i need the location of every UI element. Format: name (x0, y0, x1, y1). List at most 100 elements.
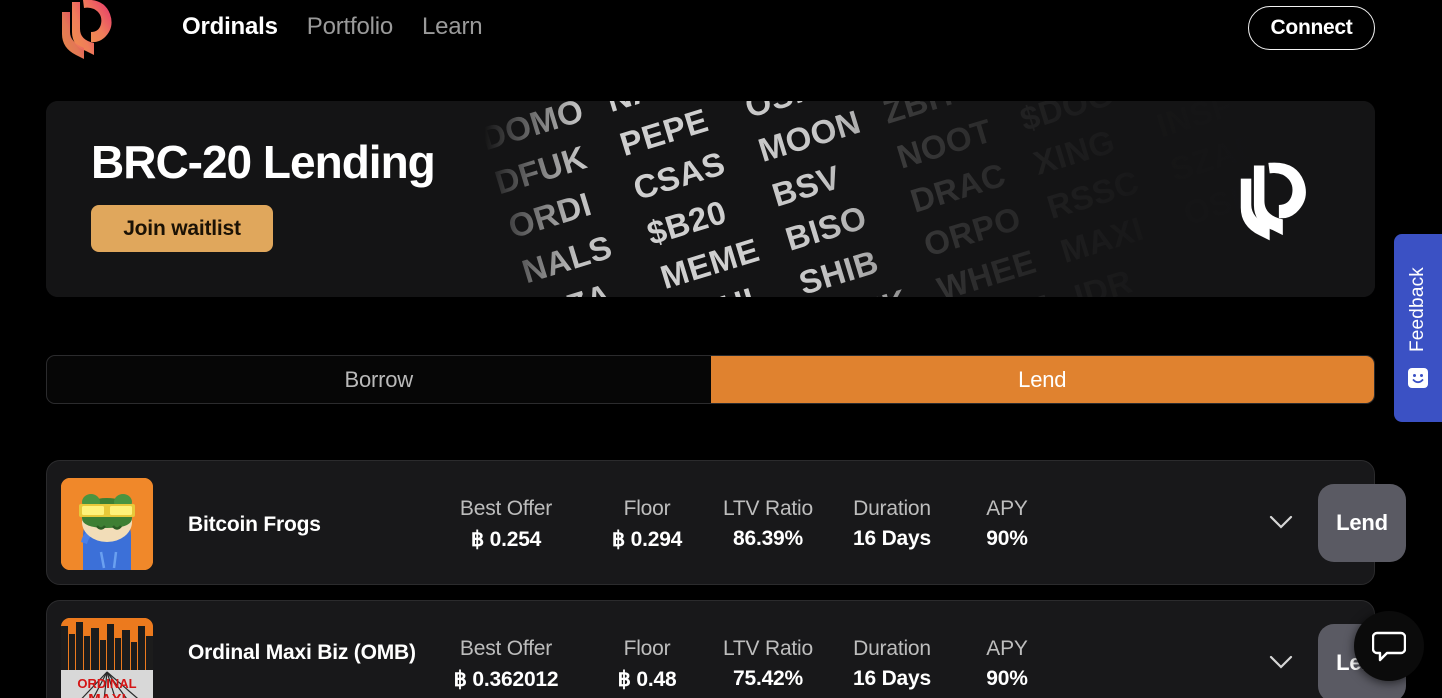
ticker-word: PIZA (531, 266, 643, 297)
row-lend-button[interactable]: Lend (1318, 484, 1406, 562)
stat-value: ฿ 0.294 (611, 528, 683, 551)
nav-link-portfolio[interactable]: Portfolio (307, 13, 393, 41)
ticker-word: BISO (781, 198, 871, 258)
borrow-lend-tab-bar: Borrow Lend (46, 355, 1375, 404)
ticker-column: ORPOWHEEGRUM$DOGXINGRSSCMAXIIDR (975, 101, 1211, 297)
ticker-word: ORDI (504, 185, 596, 246)
ticker-word: ORPO (919, 199, 1026, 264)
chevron-down-icon[interactable] (1265, 511, 1297, 533)
ticker-word: NALS (517, 227, 617, 290)
collection-name: Ordinal Maxi Biz (OMB) (188, 641, 416, 664)
liquidium-logo-icon (62, 0, 112, 59)
svg-text:MAXI: MAXI (88, 691, 126, 698)
stat-label: Floor (623, 637, 671, 660)
ticker-word: BANK (808, 278, 920, 297)
ticker-word: DRAC (906, 155, 1010, 220)
chat-support-button[interactable] (1354, 611, 1424, 681)
ticker-word: XING (1029, 122, 1120, 182)
ticker-word: PEPE (615, 101, 713, 164)
stat-floor: Floor ฿ 0.48 (587, 637, 707, 692)
banner-content: BRC-20 Lending Join waitlist (91, 136, 436, 252)
ticker-word: RSS (1271, 101, 1350, 111)
stat-floor: Floor ฿ 0.294 (587, 497, 707, 552)
tab-borrow[interactable]: Borrow (47, 356, 711, 403)
ticker-word: RSSC (1042, 163, 1144, 226)
ticker-column: NSCCHIZBITNOOTDRACORPOWHEEGRUM (851, 101, 1087, 297)
stat-duration: Duration 16 Days (829, 637, 955, 691)
stat-ltv-ratio: LTV Ratio 75.42% (707, 637, 829, 691)
ticker-word: $B20 (642, 192, 731, 252)
feedback-tab[interactable]: Feedback (1394, 234, 1442, 422)
ticker-word: OSHI (669, 272, 781, 297)
stat-value: 90% (986, 527, 1028, 550)
ticker-column: NACPEPECSAS$B20MEMEOSHIMOONBSV (601, 101, 839, 297)
stat-ltv-ratio: LTV Ratio 86.39% (707, 497, 829, 551)
ticker-word: INSF (1152, 101, 1238, 145)
nav-link-ordinals[interactable]: Ordinals (182, 13, 278, 41)
connect-wallet-button[interactable]: Connect (1248, 6, 1375, 50)
ticker-word: NAC (601, 101, 713, 122)
feedback-label: Feedback (1407, 267, 1428, 353)
chevron-down-glyph (1269, 515, 1293, 529)
stat-value: 16 Days (853, 667, 931, 690)
ticker-word: OSHI (740, 101, 852, 128)
ticker-word: MAXI (1056, 210, 1148, 271)
nav-links: Ordinals Portfolio Learn (182, 13, 483, 41)
ticker-word: $DOG (1015, 101, 1118, 138)
ordinal-maxi-biz-avatar: ORDINAL MAXI (61, 618, 153, 698)
ticker-word: IDR (1069, 261, 1137, 297)
chevron-down-icon[interactable] (1265, 651, 1297, 673)
chat-bubble-icon (1372, 631, 1406, 662)
ticker-column: DOMODFUKORDINALSPIZAPEPECSAS (477, 101, 715, 297)
stat-label: Best Offer (459, 637, 553, 660)
ticker-word: ZBIT (879, 101, 962, 132)
nav-link-learn[interactable]: Learn (422, 13, 483, 41)
ticker-word: DOMO (477, 101, 589, 158)
ticker-word: NOOT (892, 111, 997, 176)
stat-value: 90% (986, 667, 1028, 690)
omb-avatar-icon: ORDINAL MAXI (61, 618, 153, 698)
stat-label: APY (986, 497, 1028, 520)
svg-text:ORDINAL: ORDINAL (77, 676, 136, 691)
ticker-word: MEME (656, 230, 764, 296)
bitcoin-frogs-avatar (61, 478, 153, 570)
stat-value: ฿ 0.48 (617, 668, 677, 691)
ticker-word: DFUK (490, 138, 592, 202)
chevron-down-glyph (1269, 655, 1293, 669)
stat-label: LTV Ratio (722, 497, 813, 520)
stat-label: Duration (853, 497, 931, 520)
stat-label: Floor (623, 497, 671, 520)
stat-best-offer: Best Offer ฿ 0.362012 (425, 637, 587, 692)
ticker-word: WOLV (1138, 101, 1245, 103)
stat-label: LTV Ratio (722, 637, 813, 660)
smiley-feedback-icon (1408, 367, 1428, 388)
top-navigation-bar: Ordinals Portfolio Learn Connect (0, 0, 1442, 59)
stat-value: 75.42% (732, 667, 804, 690)
app-root: Ordinals Portfolio Learn Connect DOMO DFU… (0, 0, 1442, 698)
tab-lend[interactable]: Lend (710, 356, 1374, 403)
ticker-column: MEMEOSHIMOONBSVBISOSHIBBANKMAX (726, 101, 964, 297)
collection-name: Bitcoin Frogs (188, 513, 321, 536)
banner-logo-watermark (1225, 153, 1317, 249)
stat-label: APY (986, 637, 1028, 660)
stat-label: Duration (853, 637, 931, 660)
ticker-word: MA (1285, 101, 1346, 152)
stat-duration: Duration 16 Days (829, 497, 955, 551)
ticker-word: BSV (767, 157, 845, 214)
ticker-word: SHIB (794, 242, 883, 297)
table-row[interactable]: Bitcoin Frogs Best Offer ฿ 0.254 Floor ฿… (46, 460, 1406, 585)
table-row[interactable]: ORDINAL MAXI Ordinal Maxi Biz (OMB) Best… (46, 600, 1406, 698)
stat-apy: APY 90% (955, 637, 1059, 691)
stat-apy: APY 90% (955, 497, 1059, 551)
join-waitlist-button[interactable]: Join waitlist (91, 205, 273, 252)
banner-title: BRC-20 Lending (91, 136, 436, 188)
stat-label: Best Offer (459, 497, 553, 520)
brc20-lending-banner: DOMODFUKORDINALSPIZA PEPECSAS NACPEPECSAS… (46, 101, 1375, 297)
liquidium-logo[interactable] (50, 0, 120, 62)
ticker-word: WHEE (933, 242, 1041, 297)
ticker-word: GRUM (946, 285, 1057, 297)
stat-value: 16 Days (853, 527, 931, 550)
liquidium-mark-icon (1240, 162, 1306, 241)
stat-best-offer: Best Offer ฿ 0.254 (425, 497, 587, 552)
stat-value: ฿ 0.254 (470, 528, 542, 551)
